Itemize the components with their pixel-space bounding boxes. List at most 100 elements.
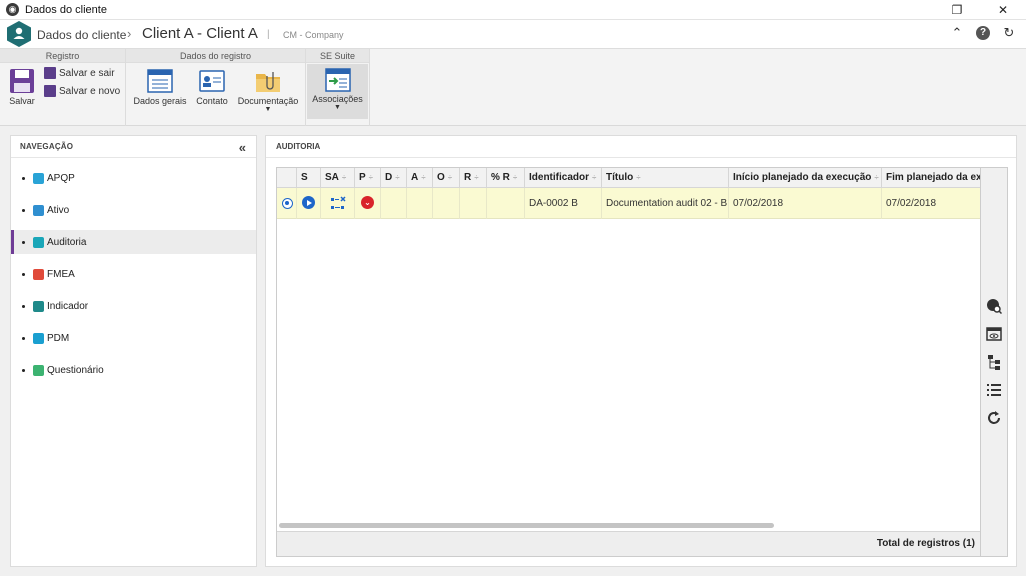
bullet-icon	[22, 304, 25, 308]
a-cell	[407, 188, 433, 219]
page-title: Client A - Client A	[142, 25, 258, 42]
nav-item-fmea[interactable]: FMEA	[11, 262, 256, 286]
documentation-button[interactable]: Documentação ▼	[236, 68, 300, 114]
nav-item-label: APQP	[47, 172, 75, 184]
nav-item-label: FMEA	[47, 268, 75, 280]
nav-item-questionario[interactable]: Questionário	[11, 358, 256, 382]
help-icon[interactable]: ?	[976, 26, 990, 40]
collapse-up-icon[interactable]: ⌃	[950, 26, 964, 40]
nav-item-pdm[interactable]: PDM	[11, 326, 256, 350]
nav-item-auditoria[interactable]: Auditoria	[11, 230, 256, 254]
priority-cell: ⌄	[355, 188, 381, 219]
column-label: D	[385, 172, 393, 183]
bullet-icon	[22, 208, 25, 212]
column-header-o[interactable]: O ÷	[433, 168, 460, 188]
audit-icon	[33, 236, 44, 248]
nav-item-label: Questionário	[47, 364, 104, 376]
window-controls: ❐ ✕	[934, 0, 1026, 20]
pdm-icon	[33, 332, 44, 344]
restore-button[interactable]: ❐	[934, 0, 980, 20]
total-records: Total de registros (1)	[876, 538, 975, 549]
column-header-identificador[interactable]: Identificador ÷	[525, 168, 602, 188]
grid-footer: Total de registros (1)	[277, 531, 980, 556]
pct-r-cell	[487, 188, 525, 219]
planned-start-cell: 07/02/2018	[729, 188, 882, 219]
row-select-cell	[277, 188, 297, 219]
nav-item-label: Ativo	[47, 204, 70, 216]
save-label: Salvar	[9, 96, 35, 106]
associations-button[interactable]: Associações ▼	[307, 64, 368, 119]
questionnaire-icon	[33, 364, 44, 376]
refresh-icon[interactable]	[986, 410, 1002, 426]
form-icon	[147, 69, 173, 93]
title-cell: Documentation audit 02 - B	[602, 188, 729, 219]
column-header-s[interactable]: S	[297, 168, 321, 188]
client-hex-icon	[7, 21, 31, 47]
refresh-icon[interactable]: ↻	[1002, 26, 1016, 40]
ribbon-group-dados-do-registro: Dados do registro Dados gerais Contato D…	[126, 49, 306, 126]
column-label: SA	[325, 172, 339, 183]
ribbon-group-title: Registro	[0, 49, 125, 63]
view-search-icon[interactable]	[986, 298, 1002, 314]
list-icon[interactable]	[986, 382, 1002, 398]
preview-icon[interactable]	[986, 326, 1002, 342]
sort-icon: ÷	[341, 173, 347, 182]
save-and-new-button[interactable]: Salvar e novo	[44, 85, 120, 97]
column-header-a[interactable]: A ÷	[407, 168, 433, 188]
save-new-icon	[44, 85, 56, 97]
identifier-cell: DA-0002 B	[525, 188, 602, 219]
o-cell	[433, 188, 460, 219]
indicator-icon	[33, 300, 44, 312]
planned-end-cell: 07/02/2018	[886, 198, 937, 209]
sort-icon: ÷	[395, 173, 400, 182]
company-label: CM - Company	[283, 30, 344, 40]
save-exit-icon	[44, 67, 56, 79]
documentation-label: Documentação	[237, 96, 299, 106]
column-header-d[interactable]: D ÷	[381, 168, 407, 188]
bullet-icon	[22, 240, 25, 244]
grid-side-toolbar	[981, 167, 1008, 557]
nav-item-ativo[interactable]: Ativo	[11, 198, 256, 222]
save-button[interactable]: Salvar	[6, 68, 38, 106]
column-header-r[interactable]: R ÷	[460, 168, 487, 188]
tree-icon[interactable]	[986, 354, 1002, 370]
column-header-pct-r[interactable]: % R ÷	[487, 168, 525, 188]
general-data-button[interactable]: Dados gerais	[132, 68, 188, 106]
module-name[interactable]: Dados do cliente	[37, 28, 126, 42]
column-header-fim[interactable]: Fim planejado da execução	[882, 168, 980, 188]
associations-icon	[324, 68, 351, 92]
contact-button[interactable]: Contato	[194, 68, 230, 106]
sort-icon: ÷	[592, 173, 597, 182]
save-and-exit-button[interactable]: Salvar e sair	[44, 67, 115, 79]
nav-item-label: PDM	[47, 332, 70, 344]
row-radio-selected[interactable]	[282, 198, 293, 209]
apqp-icon	[33, 172, 44, 184]
asset-icon	[33, 204, 44, 216]
sort-icon: ÷	[447, 173, 453, 182]
nav-item-apqp[interactable]: APQP	[11, 166, 256, 190]
bullet-icon	[22, 272, 25, 276]
save-and-new-label: Salvar e novo	[59, 85, 121, 97]
bullet-icon	[22, 176, 25, 180]
column-header-titulo[interactable]: Título ÷	[602, 168, 729, 188]
audit-grid: S SA ÷ P ÷ D ÷ A ÷ O ÷ R ÷ % R ÷ Identificador ÷…	[276, 167, 981, 557]
play-icon[interactable]	[302, 196, 315, 209]
nav-item-indicador[interactable]: Indicador	[11, 294, 256, 318]
folder-attachment-icon	[256, 72, 280, 92]
close-button[interactable]: ✕	[980, 0, 1026, 20]
title-separator: |	[267, 29, 270, 40]
status-cell	[297, 188, 321, 219]
sort-icon: ÷	[474, 173, 479, 182]
associations-label: Associações	[312, 94, 363, 104]
collapse-panel-icon[interactable]: «	[239, 140, 246, 155]
audit-panel: AUDITORIA S SA ÷ P ÷ D ÷ A ÷ O ÷ R ÷ % R ÷ Iden…	[265, 135, 1017, 567]
horizontal-scrollbar[interactable]	[279, 523, 774, 528]
column-header-p[interactable]: P ÷	[355, 168, 381, 188]
column-label: Identificador	[529, 172, 590, 183]
nav-item-label: Indicador	[47, 300, 89, 312]
column-header-sa[interactable]: SA ÷	[321, 168, 355, 188]
column-header-inicio[interactable]: Início planejado da execução ÷	[729, 168, 882, 188]
navigation-title: NAVEGAÇÃO	[11, 136, 256, 158]
floppy-icon	[10, 69, 34, 93]
table-row[interactable]: ⌄ DA-0002 B Documentation audit 02 - B 0…	[277, 188, 980, 219]
